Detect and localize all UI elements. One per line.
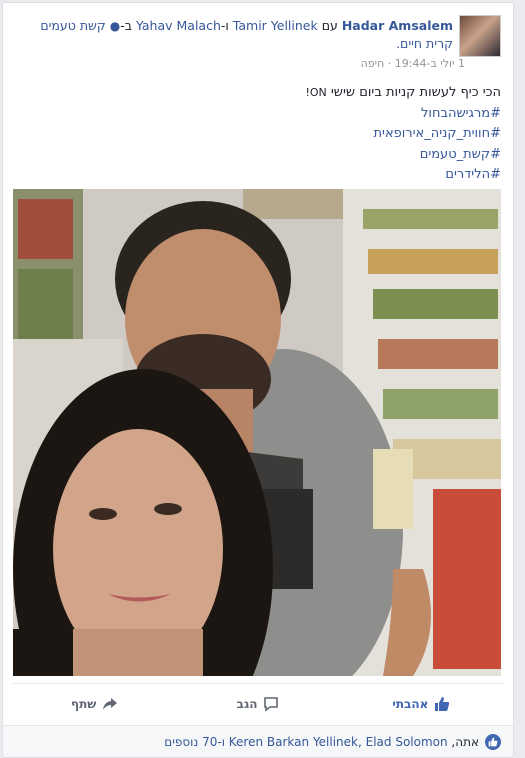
post-actions: אהבתי הגב שתף (13, 689, 503, 719)
with-text: עם (321, 18, 338, 33)
comment-label: הגב (236, 697, 258, 711)
comment-button[interactable]: הגב (176, 696, 339, 712)
at-text: ב- (120, 18, 132, 33)
post-headline: Hadar Amsalem עם Tamir Yellinek ו-Yahav … (13, 17, 453, 52)
share-button[interactable]: שתף (13, 696, 176, 712)
author-link[interactable]: Hadar Amsalem (342, 18, 453, 33)
likers-names-link[interactable]: Keren Barkan Yellinek, Elad Solomon (229, 735, 448, 749)
tagged-user-1[interactable]: Tamir Yellinek (233, 18, 318, 33)
post-meta: 1 יולי ב-19:44 · חיפה (165, 57, 465, 70)
and-text: ו- (220, 18, 229, 33)
share-arrow-icon (103, 698, 118, 710)
post-city[interactable]: חיפה (361, 57, 385, 70)
location-link[interactable]: קשת טעמים (40, 18, 105, 33)
comment-icon (264, 697, 279, 712)
hashtag-link[interactable]: #מרגישהבחול (21, 104, 501, 125)
likes-text: אתה, Keren Barkan Yellinek, Elad Solomon… (164, 735, 479, 749)
post-body: הכי כיף לעשות קניות ביום שישי ON! #מרגיש… (21, 83, 501, 186)
share-label: שתף (70, 697, 97, 711)
meta-separator: · (387, 57, 392, 70)
post-timestamp[interactable]: 1 יולי ב-19:44 (395, 57, 465, 70)
likes-you: אתה, (447, 735, 479, 749)
on-emoji-icon: ON! (305, 86, 327, 99)
location-city-link[interactable]: קרית חיים. (396, 36, 453, 51)
thumbs-up-icon (435, 697, 450, 711)
likes-more-link[interactable]: ו-70 נוספים (164, 735, 229, 749)
post-text: הכי כיף לעשות קניות ביום שישי (330, 85, 501, 100)
tagged-user-2[interactable]: Yahav Malach (136, 18, 221, 33)
hashtag-link[interactable]: #קשת_טעמים (21, 145, 501, 166)
hashtag-link[interactable]: #הלידרים (21, 165, 501, 186)
likes-summary: אתה, Keren Barkan Yellinek, Elad Solomon… (3, 725, 513, 757)
actions-divider (13, 683, 503, 684)
hashtag-link[interactable]: #חווית_קניה_אירופאית (21, 124, 502, 145)
selfie-image (13, 189, 501, 676)
like-button[interactable]: אהבתי (340, 696, 503, 712)
like-label: אהבתי (392, 697, 429, 711)
post-text-line: הכי כיף לעשות קניות ביום שישי ON! (21, 83, 501, 104)
location-pin-icon: ● (109, 19, 121, 33)
author-avatar[interactable] (459, 15, 501, 57)
post-card: Hadar Amsalem עם Tamir Yellinek ו-Yahav … (2, 2, 514, 758)
post-photo[interactable] (13, 189, 501, 676)
like-badge-icon (485, 734, 501, 750)
